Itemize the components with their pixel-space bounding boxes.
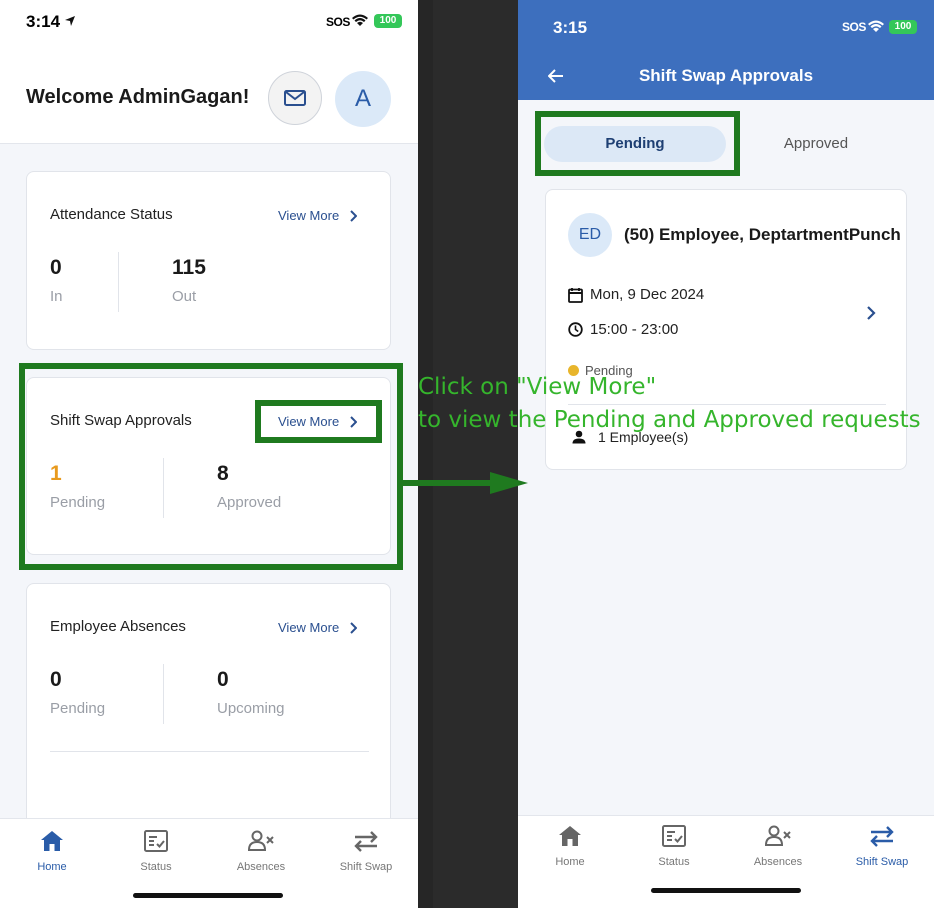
wifi-icon <box>868 20 884 32</box>
divider <box>50 751 369 752</box>
tab-absences[interactable]: Absences <box>226 829 296 873</box>
status-checklist-icon <box>144 830 168 852</box>
divider <box>163 664 164 724</box>
bottom-tab-bar: Home Status Absences Shift Swap <box>0 818 418 908</box>
tab-label: Absences <box>236 861 286 873</box>
tab-home[interactable]: Home <box>22 829 82 873</box>
tab-shift-swap[interactable]: Shift Swap <box>847 824 917 868</box>
divider <box>118 252 119 312</box>
clock-icon <box>568 322 583 337</box>
upcoming-count: 0 <box>217 668 229 691</box>
bottom-tab-bar: Home Status Absences Shift Swap <box>518 815 934 904</box>
out-count: 115 <box>172 256 206 279</box>
tab-label: Home <box>37 861 67 873</box>
tab-status[interactable]: Status <box>644 824 704 868</box>
status-checklist-icon <box>662 825 686 847</box>
location-arrow-icon <box>65 16 75 26</box>
tab-label: Shift Swap <box>339 861 393 873</box>
card-title: Attendance Status <box>50 206 173 223</box>
arrow-right-icon <box>398 472 528 494</box>
absence-pending-label: Pending <box>50 700 106 717</box>
tab-status[interactable]: Status <box>126 829 186 873</box>
tab-label: Status <box>140 861 172 873</box>
absences-view-more-link[interactable]: View More <box>278 620 358 635</box>
home-indicator <box>651 888 801 893</box>
mail-button[interactable] <box>268 71 322 125</box>
divider-backdrop <box>433 0 518 908</box>
status-time: 3:15 <box>553 18 588 37</box>
status-time: 3:14 <box>26 12 61 31</box>
out-label: Out <box>172 288 197 305</box>
request-time-row: 15:00 - 23:00 <box>568 321 678 338</box>
mail-icon <box>284 90 306 106</box>
chevron-right-icon <box>350 621 358 634</box>
home-indicator <box>133 893 283 898</box>
wifi-icon <box>352 14 368 26</box>
swap-arrows-icon <box>354 831 378 852</box>
pending-tab-highlight <box>535 111 740 176</box>
home-icon <box>559 826 581 846</box>
home-icon <box>41 831 63 851</box>
battery-indicator: 100 <box>889 20 917 34</box>
battery-indicator: 100 <box>374 14 402 28</box>
annotation-line-1: Click on "View More" <box>418 374 657 400</box>
attendance-view-more-link[interactable]: View More <box>278 208 358 223</box>
upcoming-label: Upcoming <box>217 700 285 717</box>
welcome-heading: Welcome AdminGagan! <box>26 86 250 108</box>
tab-label: Status <box>658 856 690 868</box>
chevron-right-icon <box>350 209 358 222</box>
chevron-right-icon <box>867 306 876 320</box>
tab-absences[interactable]: Absences <box>743 824 813 868</box>
sos-indicator: SOS <box>326 15 350 29</box>
tab-shift-swap[interactable]: Shift Swap <box>331 829 401 873</box>
divider <box>568 404 886 405</box>
view-more-label: View More <box>278 208 340 223</box>
swap-arrows-icon <box>870 826 894 847</box>
sos-indicator: SOS <box>842 20 866 34</box>
page-title: Shift Swap Approvals <box>638 66 814 85</box>
tab-home[interactable]: Home <box>540 824 600 868</box>
shift-swap-card-highlight <box>19 363 403 570</box>
person-remove-icon <box>247 830 274 851</box>
employee-name: (50) Employee, DeptartmentPunch <box>624 225 901 244</box>
profile-avatar-button[interactable]: A <box>335 71 391 127</box>
person-remove-icon <box>764 825 791 846</box>
app-bar: 3:15 SOS 100 Shift Swap Approvals <box>518 0 934 100</box>
tab-label: Absences <box>753 856 803 868</box>
absence-pending-count: 0 <box>50 668 62 691</box>
tab-label: Home <box>555 856 585 868</box>
tab-label: Shift Swap <box>855 856 909 868</box>
attendance-status-card: Attendance Status View More 0 In 115 Out <box>26 171 391 350</box>
request-time: 15:00 - 23:00 <box>590 321 679 338</box>
card-title: Employee Absences <box>50 618 186 635</box>
view-more-highlight <box>255 400 382 443</box>
in-count: 0 <box>50 256 62 279</box>
view-more-label: View More <box>278 620 340 635</box>
status-bar: 3:14 SOS 100 <box>0 0 418 50</box>
request-date-row: Mon, 9 Dec 2024 <box>568 286 704 303</box>
employee-absences-card: Employee Absences View More 0 Pending 0 … <box>26 583 391 843</box>
calendar-icon <box>568 287 583 303</box>
in-label: In <box>50 288 63 305</box>
request-date: Mon, 9 Dec 2024 <box>590 286 705 303</box>
employee-initials-avatar: ED <box>568 213 612 257</box>
annotation-line-2: to view the Pending and Approved request… <box>418 407 921 433</box>
tab-approved[interactable]: Approved <box>728 126 904 162</box>
